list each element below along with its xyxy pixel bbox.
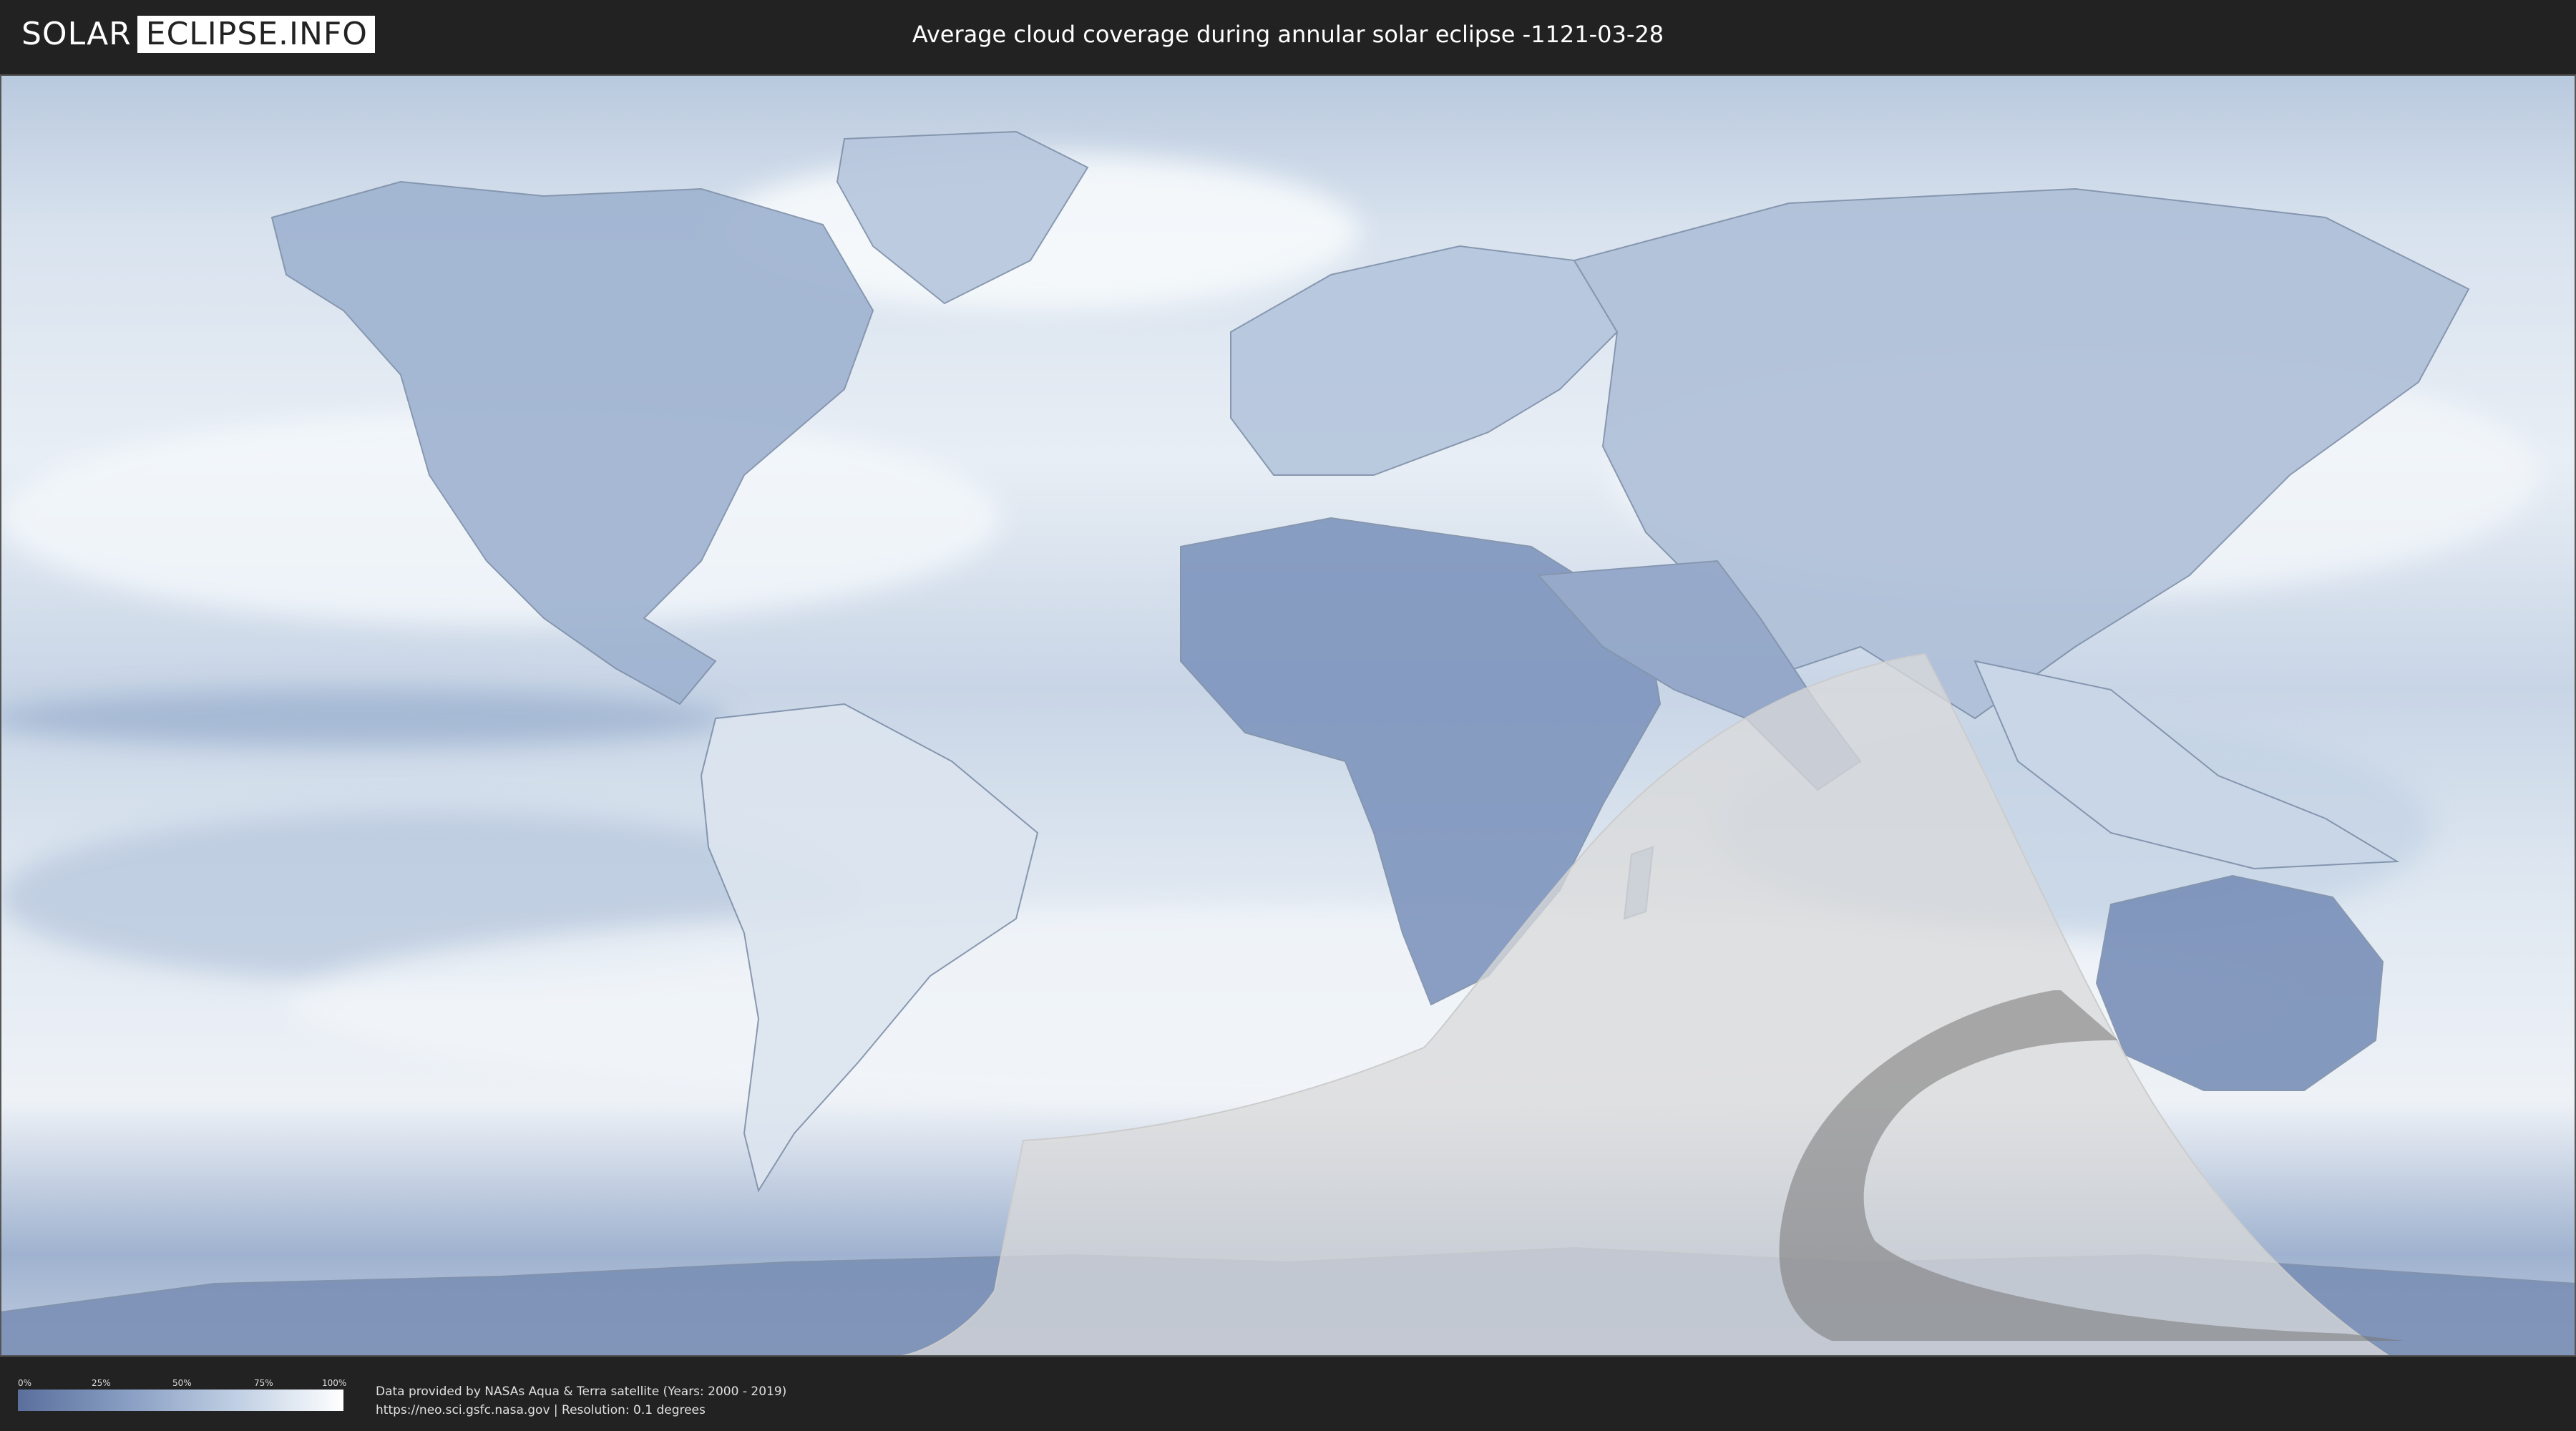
data-credit: Data provided by NASAs Aqua & Terra sate… (376, 1382, 786, 1420)
cloud-coverage-legend: 0% 25% 50% 75% 100% (18, 1378, 347, 1411)
header-bar: SOLAR ECLIPSE.INFO Average cloud coverag… (0, 0, 2576, 72)
legend-tick-25: 25% (92, 1378, 111, 1388)
legend-color-bar (18, 1390, 343, 1411)
legend-ticks: 0% 25% 50% 75% 100% (18, 1378, 347, 1390)
credit-line-source: Data provided by NASAs Aqua & Terra sate… (376, 1384, 787, 1399)
legend-tick-100: 100% (322, 1378, 347, 1388)
footer-bar: 0% 25% 50% 75% 100% Data provided by NAS… (0, 1357, 2576, 1431)
credit-line-url[interactable]: https://neo.sci.gsfc.nasa.gov | Resoluti… (376, 1401, 786, 1420)
legend-tick-75: 75% (254, 1378, 273, 1388)
page-title: Average cloud coverage during annular so… (912, 21, 1664, 48)
page: SOLAR ECLIPSE.INFO Average cloud coverag… (0, 0, 2576, 1431)
cloud-coverage-map[interactable] (0, 74, 2576, 1357)
australia (2095, 874, 2384, 1091)
legend-tick-50: 50% (172, 1378, 192, 1388)
legend-tick-0: 0% (18, 1378, 32, 1388)
